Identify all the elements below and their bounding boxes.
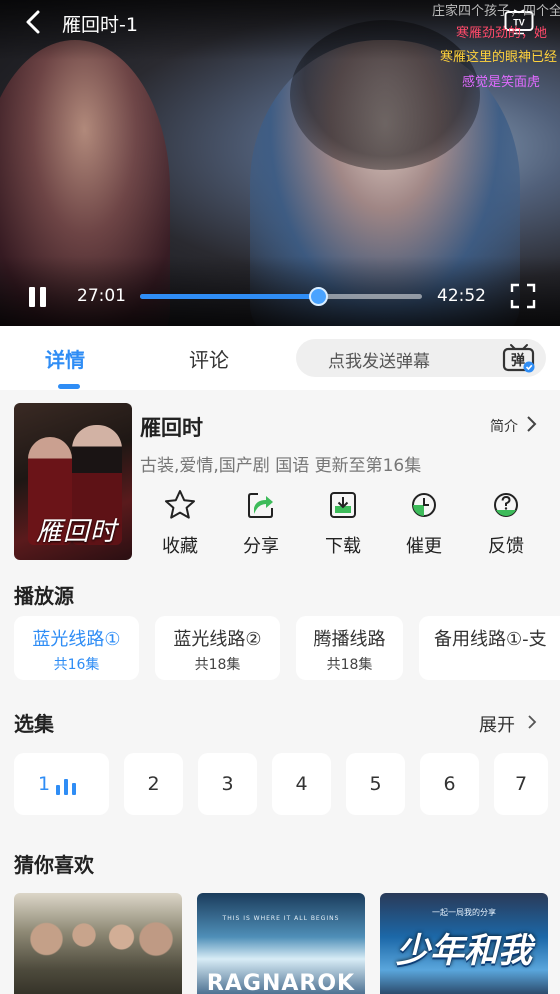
current-time: 27:01 bbox=[77, 286, 126, 306]
total-time: 42:52 bbox=[437, 286, 486, 306]
source-item[interactable]: 腾播线路 共18集 bbox=[296, 616, 403, 680]
video-player[interactable]: 雁回时-1 TV 庄家四个孩子，四个全 寒雁劲劲的，她 寒雁这里的眼神已经 感觉… bbox=[0, 0, 560, 326]
chevron-right-icon[interactable] bbox=[526, 712, 538, 732]
source-item[interactable]: 蓝光线路② 共18集 bbox=[155, 616, 280, 680]
download-icon bbox=[330, 492, 356, 518]
episode-item[interactable]: 6 bbox=[420, 753, 479, 815]
episode-item[interactable]: 5 bbox=[346, 753, 405, 815]
danmaku-toggle-icon[interactable]: 弹 bbox=[502, 343, 536, 373]
episode-item[interactable]: 7 bbox=[494, 753, 548, 815]
playing-indicator-icon bbox=[56, 779, 82, 795]
back-arrow-icon[interactable] bbox=[20, 8, 48, 36]
danmaku-comment: 寒雁这里的眼神已经 bbox=[440, 50, 558, 65]
favorite-button[interactable]: 收藏 bbox=[154, 488, 206, 560]
share-button[interactable]: 分享 bbox=[235, 488, 287, 560]
feedback-button[interactable]: 反馈 bbox=[480, 488, 532, 560]
expand-episodes-link[interactable]: 展开 bbox=[479, 711, 515, 737]
progress-slider[interactable] bbox=[140, 287, 422, 306]
danmaku-comment: 庄家四个孩子，四个全 bbox=[432, 4, 560, 19]
recommend-card[interactable]: 一起一局我的分享 少年和我 bbox=[380, 893, 548, 994]
detail-panel: 雁回时 雁回时 简介 古装,爱情,国产剧 国语 更新至第16集 收藏 分享 下载… bbox=[0, 390, 560, 994]
show-poster[interactable]: 雁回时 bbox=[14, 403, 132, 560]
star-icon bbox=[165, 490, 195, 519]
danmaku-comment: 感觉是笑面虎 bbox=[462, 75, 541, 90]
remind-update-button[interactable]: 催更 bbox=[398, 488, 450, 560]
clock-icon bbox=[412, 493, 436, 517]
recommend-heading: 猜你喜欢 bbox=[14, 853, 94, 877]
video-title: 雁回时-1 bbox=[62, 14, 138, 36]
progress-fill bbox=[140, 294, 318, 299]
episode-item[interactable]: 2 bbox=[124, 753, 183, 815]
episode-item[interactable]: 4 bbox=[272, 753, 331, 815]
source-item[interactable]: 蓝光线路① 共16集 bbox=[14, 616, 139, 680]
episode-item[interactable]: 3 bbox=[198, 753, 257, 815]
player-controls: 27:01 42:52 bbox=[0, 282, 560, 312]
show-meta: 古装,爱情,国产剧 国语 更新至第16集 bbox=[140, 456, 422, 476]
chevron-right-icon[interactable] bbox=[524, 414, 538, 434]
tab-detail[interactable]: 详情 bbox=[45, 344, 85, 373]
download-button[interactable]: 下载 bbox=[317, 488, 369, 560]
share-icon bbox=[248, 493, 273, 518]
tab-comment[interactable]: 评论 bbox=[189, 344, 229, 373]
feedback-icon bbox=[494, 493, 518, 517]
danmaku-input[interactable]: 点我发送弹幕 弹 bbox=[296, 339, 546, 377]
progress-handle[interactable] bbox=[308, 287, 328, 306]
episodes-heading: 选集 bbox=[14, 712, 54, 736]
tab-bar: 详情 评论 点我发送弹幕 弹 bbox=[0, 326, 560, 390]
intro-link[interactable]: 简介 bbox=[490, 416, 518, 436]
danmaku-comment: 寒雁劲劲的，她 bbox=[456, 26, 548, 41]
source-item[interactable]: 备用线路①-支 bbox=[419, 616, 560, 680]
svg-text:弹: 弹 bbox=[511, 352, 525, 369]
recommend-card[interactable] bbox=[14, 893, 182, 994]
fullscreen-icon[interactable] bbox=[510, 283, 536, 309]
show-title: 雁回时 bbox=[140, 416, 203, 440]
recommend-card[interactable]: THIS IS WHERE IT ALL BEGINS RAGNAROK bbox=[197, 893, 365, 994]
episode-item[interactable]: 1 bbox=[14, 753, 109, 815]
danmaku-placeholder: 点我发送弹幕 bbox=[328, 352, 430, 372]
tab-indicator bbox=[58, 384, 80, 389]
sources-heading: 播放源 bbox=[14, 584, 74, 608]
pause-icon[interactable] bbox=[26, 285, 50, 309]
poster-title-art: 雁回时 bbox=[36, 517, 118, 547]
